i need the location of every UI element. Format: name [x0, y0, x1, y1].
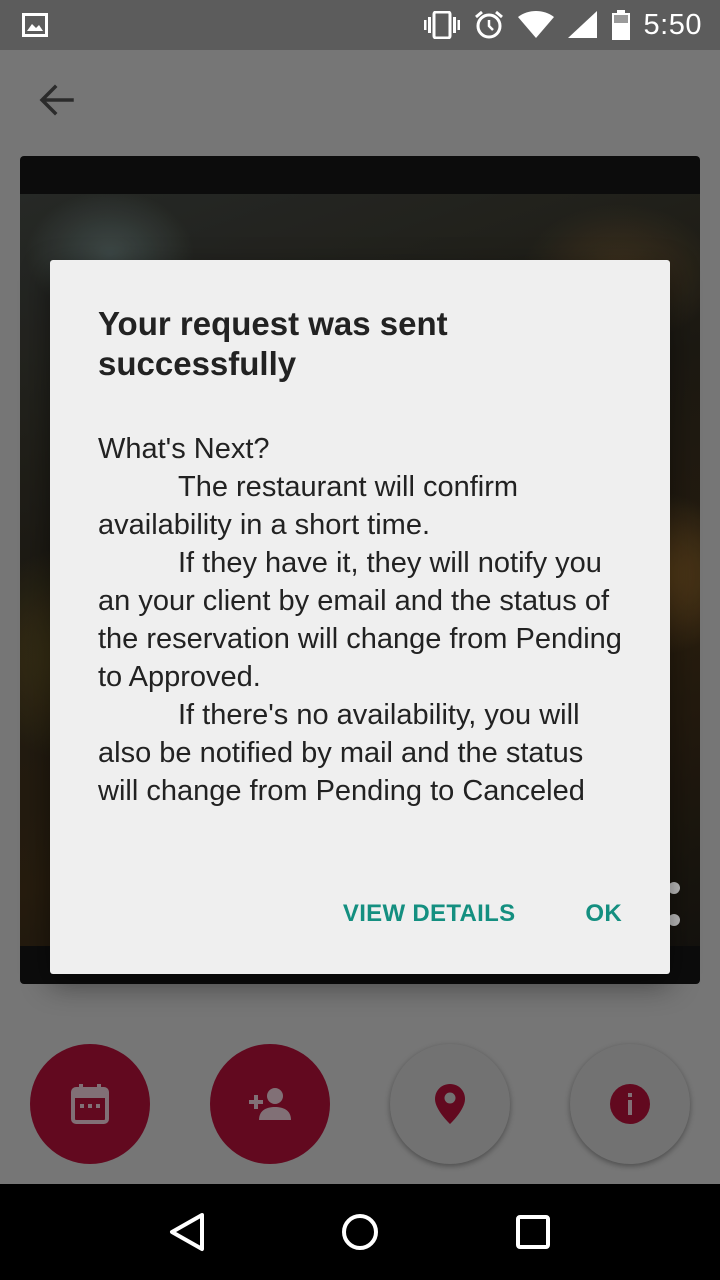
dialog-heading: What's Next?	[98, 433, 270, 465]
dialog-paragraph-confirm: The restaurant will confirm availability…	[98, 471, 519, 541]
ok-button[interactable]: OK	[585, 900, 622, 928]
alarm-icon	[474, 10, 503, 39]
nav-back-button[interactable]	[157, 1202, 217, 1262]
battery-icon	[611, 10, 630, 40]
back-triangle-icon	[169, 1213, 204, 1251]
dialog-paragraph-canceled: If there's no availability, you will als…	[98, 699, 585, 807]
dialog-title: Your request was sent successfully	[98, 305, 448, 382]
status-time: 5:50	[643, 8, 702, 41]
image-notification-icon	[22, 13, 48, 37]
status-bar: 5:50	[0, 0, 720, 50]
dialog-actions: VIEW DETAILS OK	[343, 900, 622, 928]
vibrate-icon	[423, 11, 460, 39]
wifi-icon	[517, 11, 554, 38]
system-nav-bar	[0, 1184, 720, 1280]
confirmation-dialog: Your request was sent successfully What'…	[50, 260, 670, 974]
recents-square-icon	[516, 1215, 551, 1249]
dialog-paragraph-approved: If they have it, they will notify you an…	[98, 547, 622, 693]
view-details-button[interactable]: VIEW DETAILS	[343, 900, 516, 928]
screen: 5:50 Your request was sent successfully …	[0, 0, 720, 1280]
home-circle-icon	[341, 1214, 378, 1250]
dialog-message: What's Next? The restaurant will confirm…	[98, 430, 622, 810]
nav-home-button[interactable]	[330, 1202, 390, 1262]
cell-signal-icon	[567, 11, 597, 38]
nav-recents-button[interactable]	[503, 1202, 563, 1262]
